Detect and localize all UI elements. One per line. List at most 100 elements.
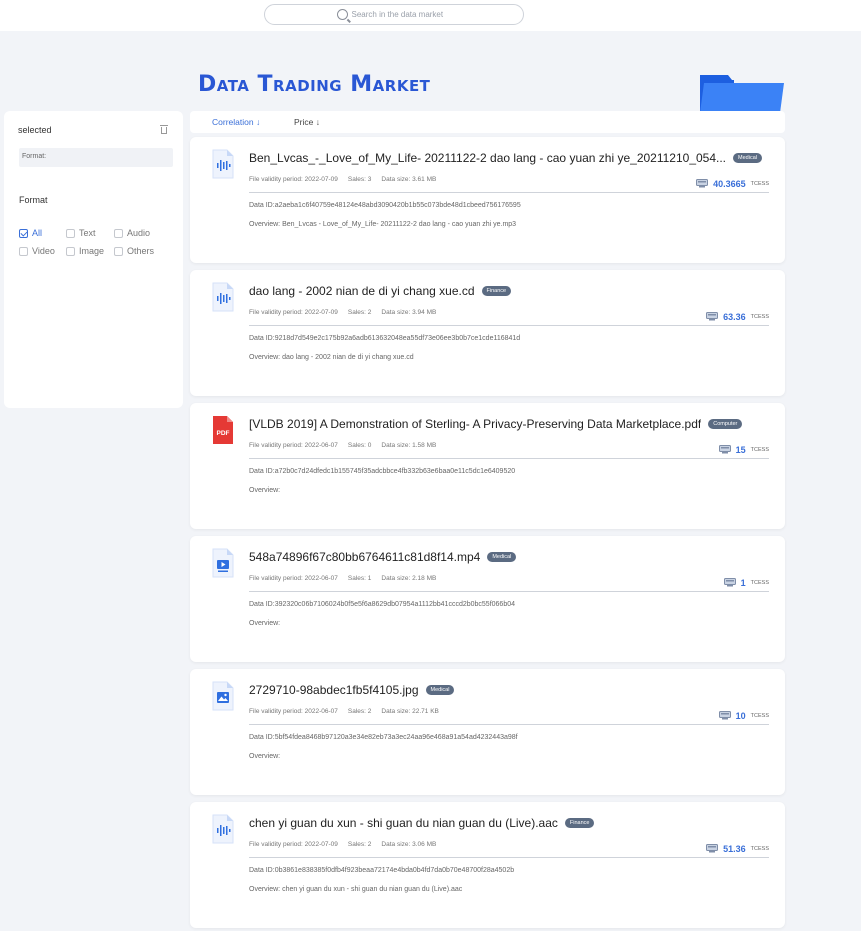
card-header: 2729710-98abdec1fb5f4105.jpg Medical bbox=[249, 683, 455, 697]
card-header: Ben_Lvcas_-_Love_of_My_Life- 20211122-2 … bbox=[249, 151, 762, 165]
card-header: chen yi guan du xun - shi guan du nian g… bbox=[249, 816, 595, 830]
search-input[interactable] bbox=[351, 10, 452, 19]
overview: Overview: bbox=[249, 753, 281, 760]
file-meta: File validity period: 2022-07-09 Sales: 2… bbox=[249, 841, 436, 848]
coin-icon bbox=[718, 441, 731, 459]
data-size: Data size: 1.58 MB bbox=[381, 442, 437, 449]
sort-correlation[interactable]: Correlation ↓ bbox=[212, 117, 260, 127]
price: 15 TCESS bbox=[718, 441, 769, 459]
divider bbox=[249, 591, 769, 592]
price-value: 10 bbox=[735, 711, 746, 721]
sales-count: Sales: 0 bbox=[347, 442, 372, 449]
data-card[interactable]: 2729710-98abdec1fb5f4105.jpg Medical File … bbox=[190, 669, 785, 795]
audio-file-icon bbox=[212, 149, 234, 179]
category-badge: Medical bbox=[487, 552, 517, 562]
sales-count: Sales: 2 bbox=[347, 309, 372, 316]
coin-icon bbox=[706, 308, 719, 326]
price-unit: TCESS bbox=[750, 846, 769, 852]
overview: Overview: dao lang - 2002 nian de di yi … bbox=[249, 354, 414, 361]
format-text-checkbox[interactable]: Text bbox=[66, 228, 96, 238]
trash-icon[interactable] bbox=[160, 125, 168, 134]
image-file-icon bbox=[212, 681, 234, 711]
pdf-file-icon: PDF bbox=[212, 415, 234, 445]
file-meta: File validity period: 2022-06-07 Sales: 1… bbox=[249, 575, 436, 582]
page-title: Data Trading Market bbox=[198, 72, 431, 97]
coin-icon bbox=[723, 574, 736, 592]
search-bar[interactable] bbox=[264, 4, 524, 25]
data-size: Data size: 3.94 MB bbox=[381, 309, 437, 316]
format-video-checkbox[interactable]: Video bbox=[19, 246, 55, 256]
selected-format-box: Format: bbox=[19, 148, 173, 167]
validity-period: File validity period: 2022-07-09 bbox=[249, 176, 338, 183]
audio-file-icon bbox=[212, 282, 234, 312]
coin-icon bbox=[696, 175, 709, 193]
data-card[interactable]: Ben_Lvcas_-_Love_of_My_Life- 20211122-2 … bbox=[190, 137, 785, 263]
divider bbox=[249, 857, 769, 858]
format-audio-checkbox[interactable]: Audio bbox=[114, 228, 150, 238]
data-id: Data ID:9218d7d549e2c175b92a6adb61363204… bbox=[249, 335, 521, 342]
data-card[interactable]: chen yi guan du xun - shi guan du nian g… bbox=[190, 802, 785, 928]
file-name[interactable]: 548a74896f67c80bb6764611c81d8f14.mp4 bbox=[249, 550, 480, 564]
data-card[interactable]: dao lang - 2002 nian de di yi chang xue.… bbox=[190, 270, 785, 396]
category-badge: Finance bbox=[564, 818, 595, 828]
card-header: 548a74896f67c80bb6764611c81d8f14.mp4 Medi… bbox=[249, 550, 517, 564]
price: 10 TCESS bbox=[718, 707, 769, 725]
format-others-checkbox[interactable]: Others bbox=[114, 246, 154, 256]
sort-price[interactable]: Price ↓ bbox=[294, 117, 320, 127]
data-id: Data ID:a72b0c7d24dfedc1b155745f35adcbbc… bbox=[249, 468, 516, 475]
sort-bar: Correlation ↓ Price ↓ bbox=[190, 111, 785, 133]
data-size: Data size: 2.18 MB bbox=[381, 575, 437, 582]
data-id: Data ID:0b3861e838385f0dfb4f923beaa72174… bbox=[249, 867, 515, 874]
validity-period: File validity period: 2022-06-07 bbox=[249, 575, 338, 582]
card-header: dao lang - 2002 nian de di yi chang xue.… bbox=[249, 284, 512, 298]
category-badge: Finance bbox=[481, 286, 512, 296]
price-value: 15 bbox=[735, 445, 746, 455]
file-meta: File validity period: 2022-06-07 Sales: 0… bbox=[249, 442, 436, 449]
overview: Overview: chen yi guan du xun - shi guan… bbox=[249, 886, 463, 893]
sales-count: Sales: 2 bbox=[347, 841, 372, 848]
price: 40.3665 TCESS bbox=[696, 175, 769, 193]
sales-count: Sales: 3 bbox=[347, 176, 372, 183]
format-heading: Format bbox=[19, 195, 48, 205]
format-image-checkbox[interactable]: Image bbox=[66, 246, 104, 256]
price-value: 40.3665 bbox=[713, 179, 746, 189]
data-size: Data size: 22.71 KB bbox=[381, 708, 439, 715]
data-size: Data size: 3.06 MB bbox=[381, 841, 437, 848]
data-card[interactable]: 548a74896f67c80bb6764611c81d8f14.mp4 Medi… bbox=[190, 536, 785, 662]
svg-text:PDF: PDF bbox=[217, 430, 230, 437]
file-name[interactable]: dao lang - 2002 nian de di yi chang xue.… bbox=[249, 284, 475, 298]
data-id: Data ID:392320c06b7106024b0f5e5f6a8629db… bbox=[249, 601, 515, 608]
data-card[interactable]: PDF [VLDB 2019] A Demonstration of Sterli… bbox=[190, 403, 785, 529]
arrow-down-icon: ↓ bbox=[315, 117, 320, 127]
data-size: Data size: 3.61 MB bbox=[381, 176, 437, 183]
coin-icon bbox=[718, 707, 731, 725]
file-name[interactable]: Ben_Lvcas_-_Love_of_My_Life- 20211122-2 … bbox=[249, 151, 726, 165]
top-bar bbox=[0, 0, 861, 31]
overview: Overview: Ben_Lvcas - Love_of_My_Life- 2… bbox=[249, 221, 517, 228]
validity-period: File validity period: 2022-07-09 bbox=[249, 309, 338, 316]
file-name[interactable]: chen yi guan du xun - shi guan du nian g… bbox=[249, 816, 558, 830]
file-meta: File validity period: 2022-06-07 Sales: 2… bbox=[249, 708, 439, 715]
category-badge: Medical bbox=[733, 153, 762, 163]
price-unit: TCESS bbox=[750, 447, 769, 453]
card-header: [VLDB 2019] A Demonstration of Sterling-… bbox=[249, 417, 743, 431]
audio-file-icon bbox=[212, 814, 234, 844]
price-value: 63.36 bbox=[723, 312, 746, 322]
validity-period: File validity period: 2022-06-07 bbox=[249, 708, 338, 715]
price: 51.36 TCESS bbox=[706, 840, 769, 858]
validity-period: File validity period: 2022-06-07 bbox=[249, 442, 338, 449]
price-unit: TCESS bbox=[750, 314, 769, 320]
price-unit: TCESS bbox=[750, 580, 769, 586]
folder-icon bbox=[700, 75, 784, 113]
file-name[interactable]: [VLDB 2019] A Demonstration of Sterling-… bbox=[249, 417, 701, 431]
price-value: 51.36 bbox=[723, 844, 746, 854]
sales-count: Sales: 2 bbox=[347, 708, 372, 715]
overview: Overview: bbox=[249, 487, 281, 494]
sales-count: Sales: 1 bbox=[347, 575, 372, 582]
search-icon bbox=[336, 9, 348, 20]
category-badge: Computer bbox=[708, 419, 743, 429]
format-all-checkbox[interactable]: All bbox=[19, 228, 42, 238]
file-name[interactable]: 2729710-98abdec1fb5f4105.jpg bbox=[249, 683, 419, 697]
divider bbox=[249, 192, 769, 193]
divider bbox=[249, 458, 769, 459]
